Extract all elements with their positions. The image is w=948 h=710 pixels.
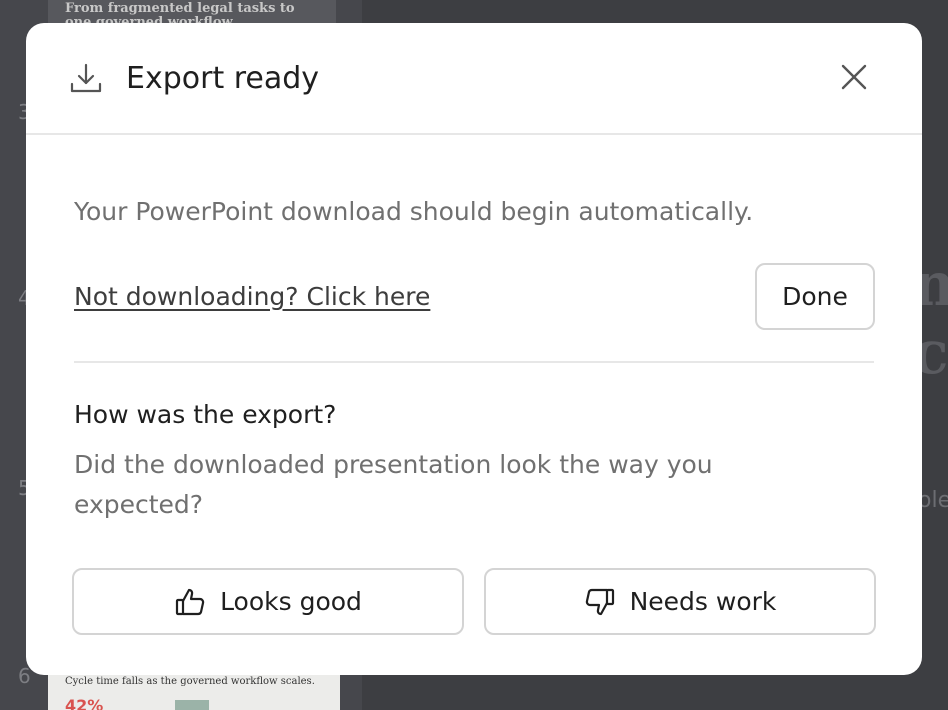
slide-thumbnail-bottom: Cycle time falls as the governed workflo… xyxy=(48,672,340,710)
looks-good-button[interactable]: Looks good xyxy=(72,568,464,635)
thumbs-up-icon xyxy=(174,586,206,618)
download-icon xyxy=(68,61,104,97)
feedback-buttons: Looks good Needs work xyxy=(72,568,876,635)
export-ready-dialog: Export ready Your PowerPoint download sh… xyxy=(26,23,922,675)
done-button[interactable]: Done xyxy=(755,263,875,330)
close-button[interactable] xyxy=(834,59,874,99)
feedback-heading: How was the export? xyxy=(74,400,337,429)
manual-download-link[interactable]: Not downloading? Click here xyxy=(74,280,430,314)
dialog-title: Export ready xyxy=(126,61,320,96)
slide-thumbnail-bar xyxy=(175,700,209,710)
feedback-question: Did the downloaded presentation look the… xyxy=(74,450,713,519)
dialog-header: Export ready xyxy=(26,23,922,135)
looks-good-label: Looks good xyxy=(220,587,362,616)
thumbs-down-icon xyxy=(584,586,616,618)
slide-thumbnail-bottom-text: Cycle time falls as the governed workflo… xyxy=(65,676,315,687)
needs-work-button[interactable]: Needs work xyxy=(484,568,876,635)
download-message: Your PowerPoint download should begin au… xyxy=(74,197,754,226)
close-icon xyxy=(841,64,867,94)
divider xyxy=(74,361,874,363)
slide-thumbnail-percent: 42% xyxy=(65,696,104,710)
needs-work-label: Needs work xyxy=(629,587,777,616)
slide-canvas-text-3: olex xyxy=(918,488,948,513)
